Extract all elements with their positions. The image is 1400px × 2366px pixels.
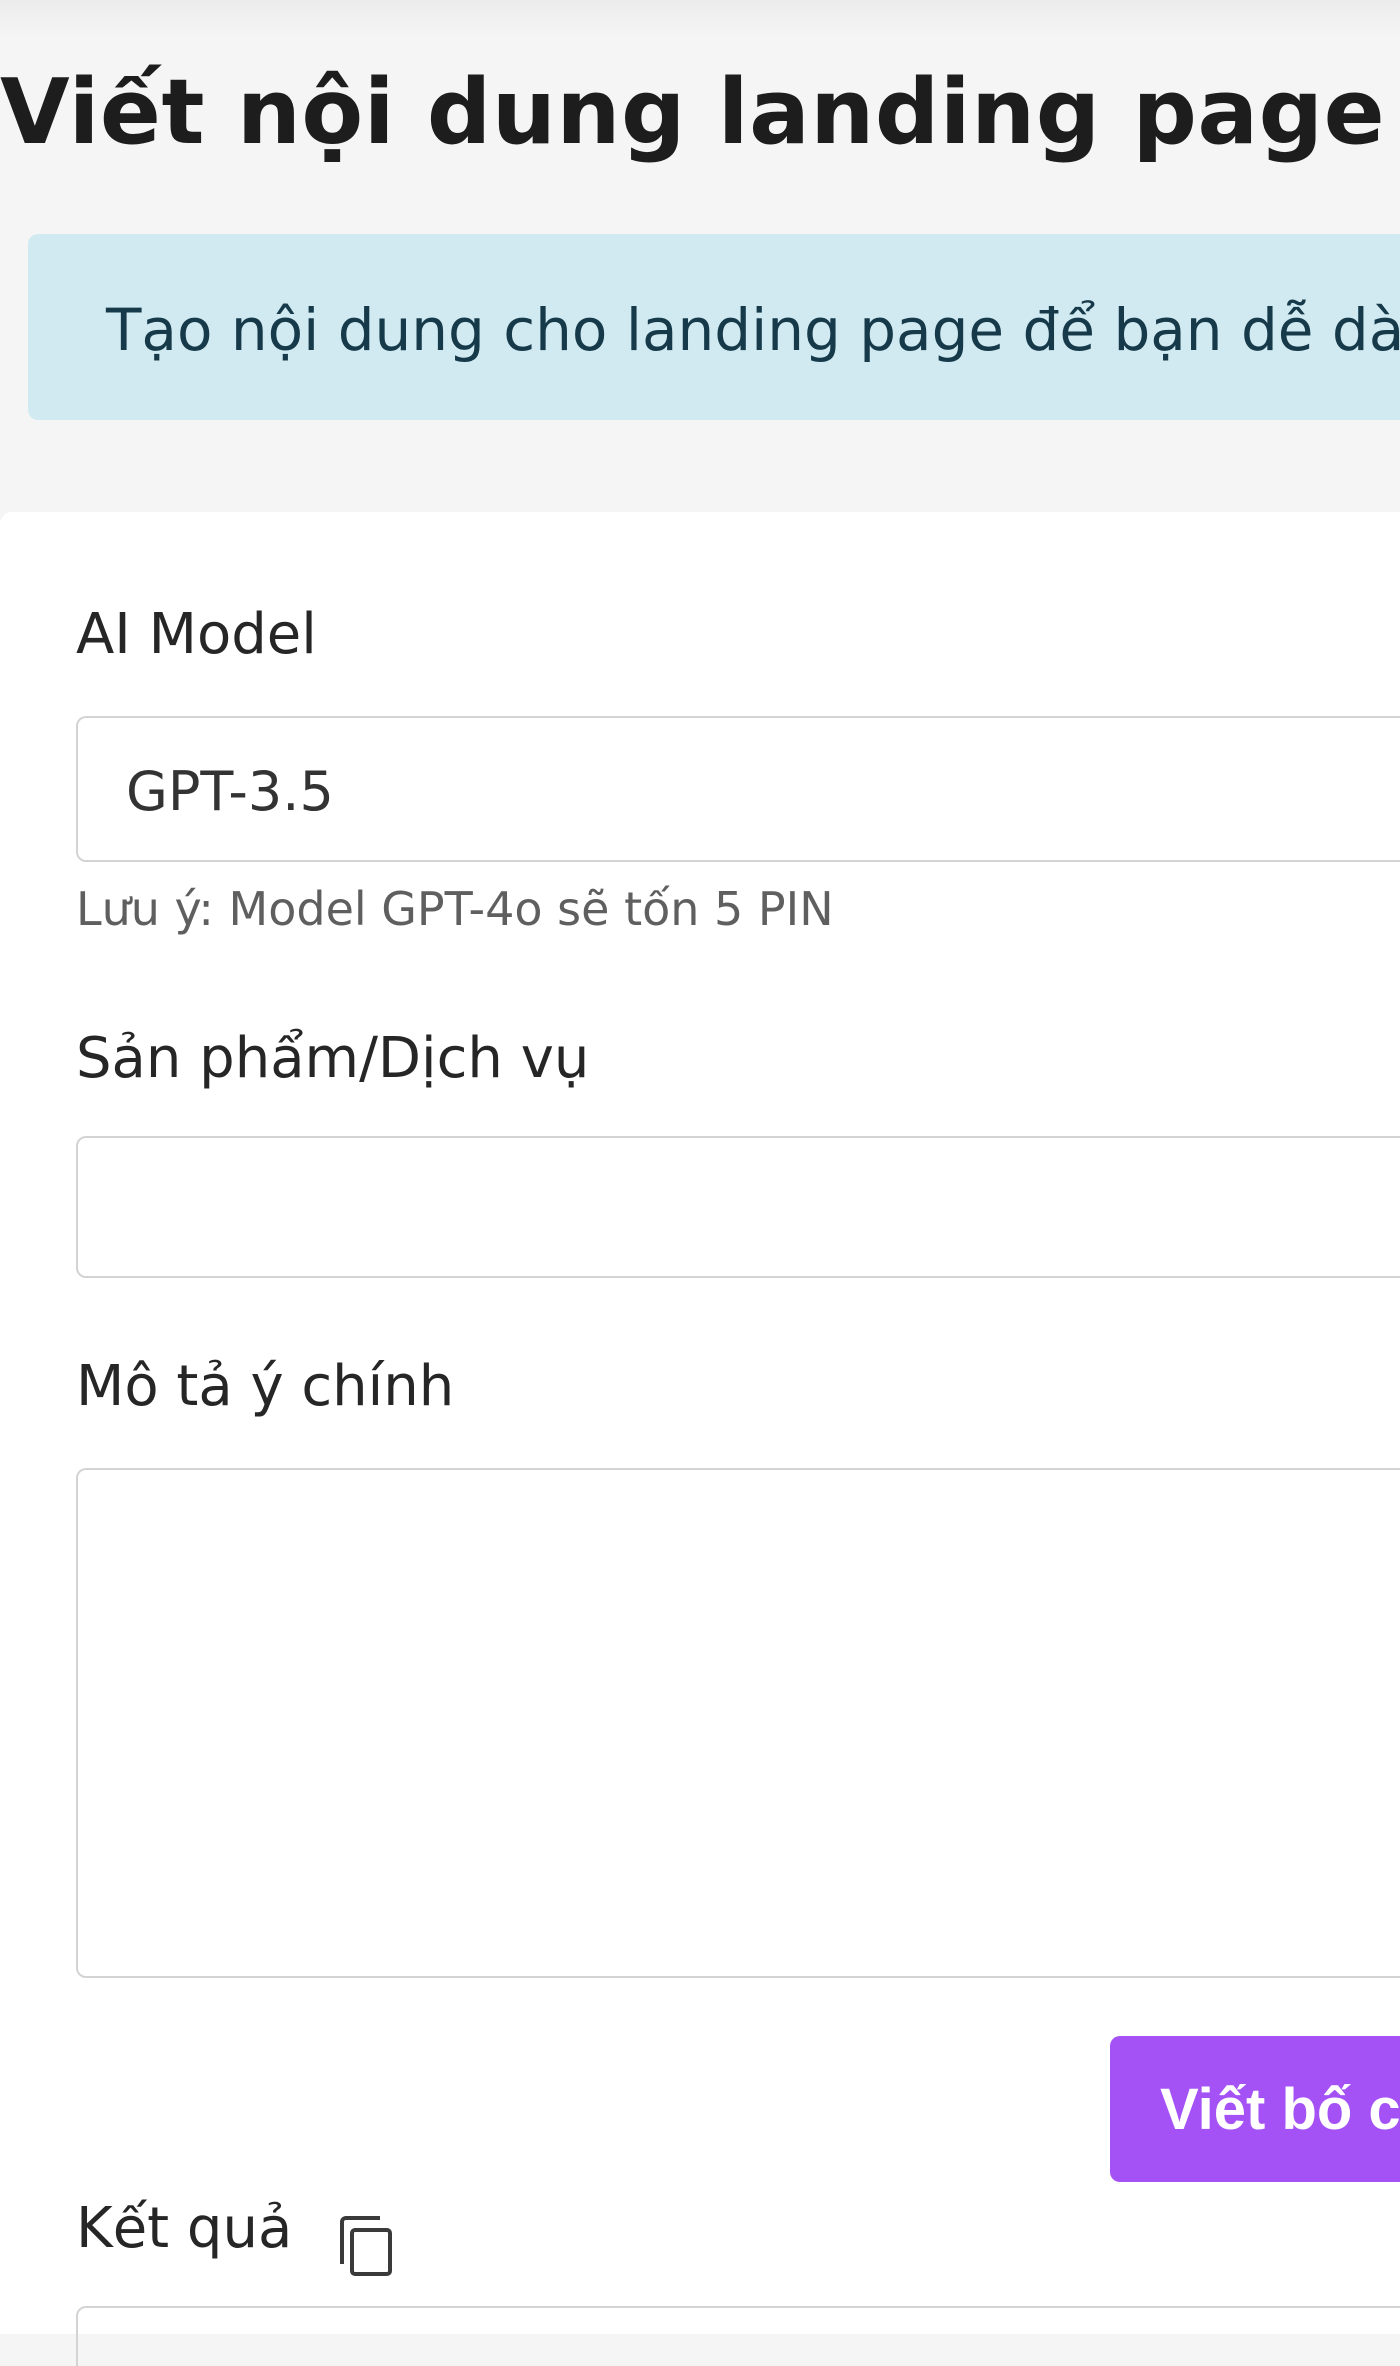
ai-model-note: Lưu ý: Model GPT-4o sẽ tốn 5 PIN [76,882,834,936]
copy-icon[interactable] [336,2214,396,2278]
generate-outline-button-label: Viết bố c [1160,2077,1400,2142]
product-service-input[interactable] [76,1136,1400,1278]
main-idea-textarea[interactable] [76,1468,1400,1978]
page-title: Viết nội dung landing page [0,60,1386,165]
form-card: AI Model GPT-3.5 Lưu ý: Model GPT-4o sẽ … [0,512,1400,2334]
main-idea-label: Mô tả ý chính [76,1354,455,1419]
ai-model-selected-value: GPT-3.5 [126,760,334,823]
browser-top-strip [0,0,1400,36]
generate-outline-button[interactable]: Viết bố c [1110,2036,1400,2182]
result-output-box[interactable] [76,2306,1400,2366]
product-service-label: Sản phẩm/Dịch vụ [76,1026,590,1091]
result-label: Kết quả [76,2196,293,2261]
ai-model-select[interactable]: GPT-3.5 [76,716,1400,862]
info-banner-text: Tạo nội dung cho landing page để bạn dễ … [106,296,1400,364]
info-banner: Tạo nội dung cho landing page để bạn dễ … [28,234,1400,420]
ai-model-label: AI Model [76,602,317,667]
